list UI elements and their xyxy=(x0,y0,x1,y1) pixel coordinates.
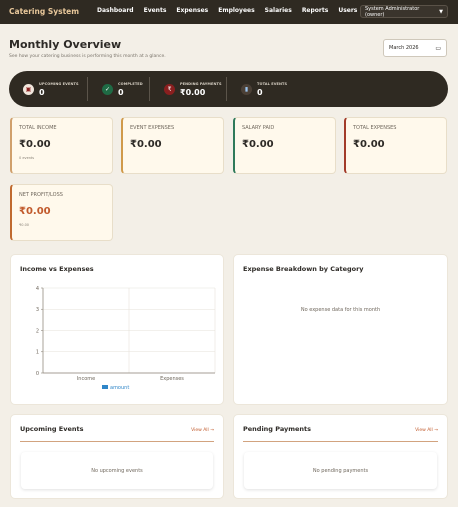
card-note: 0 events xyxy=(19,156,35,160)
card-value: ₹0.00 xyxy=(130,139,162,150)
panel-title: Pending Payments xyxy=(243,425,312,433)
page-subtitle: See how your catering business is perfor… xyxy=(9,54,166,59)
y-tick-label: 4 xyxy=(36,286,39,292)
month-picker[interactable]: March 2026 ▭ xyxy=(383,39,447,57)
top-nav: Catering System Dashboard Events Expense… xyxy=(0,0,458,24)
legend-swatch xyxy=(102,385,108,389)
panel-title: Expense Breakdown by Category xyxy=(243,265,364,273)
stat-label: COMPLETED xyxy=(118,81,143,86)
nav-link-reports[interactable]: Reports xyxy=(302,7,329,14)
stat-upcoming-events: ▣ UPCOMING EVENTS 0 xyxy=(9,77,87,101)
nav-link-employees[interactable]: Employees xyxy=(218,7,254,14)
calendar-icon: ▣ xyxy=(23,83,34,95)
card-label: EVENT EXPENSES xyxy=(130,125,175,131)
card-label: TOTAL EXPENSES xyxy=(353,125,397,131)
check-icon: ✓ xyxy=(102,83,113,95)
card-note: ₹0.00 xyxy=(19,223,30,227)
stat-pending-payments: ₹ PENDING PAYMENTS ₹0.00 xyxy=(149,77,226,101)
nav-link-users[interactable]: Users xyxy=(338,7,357,14)
divider xyxy=(243,441,438,442)
role-select-value: System Administrator (owner) xyxy=(365,5,420,18)
nav-links: Dashboard Events Expenses Employees Sala… xyxy=(97,7,367,14)
card-label: SALARY PAID xyxy=(242,125,275,131)
y-tick-label: 0 xyxy=(36,371,39,377)
card-total-expenses: TOTAL EXPENSES ₹0.00 xyxy=(344,117,447,174)
nav-link-salaries[interactable]: Salaries xyxy=(265,7,292,14)
role-select[interactable]: System Administrator (owner) ▼ xyxy=(360,5,448,18)
brand-name[interactable]: Catering System xyxy=(9,7,79,16)
income-vs-expenses-panel: Income vs Expenses 0 1 2 3 4 Income Expenses am… xyxy=(10,254,224,405)
stat-total-events: ▮ TOTAL EVENTS 0 xyxy=(226,77,291,101)
stat-label: PENDING PAYMENTS xyxy=(180,81,222,86)
nav-link-events[interactable]: Events xyxy=(144,7,167,14)
legend-label: amount xyxy=(110,385,129,391)
nav-link-dashboard[interactable]: Dashboard xyxy=(97,7,134,14)
view-all-events-link[interactable]: View All → xyxy=(191,428,214,433)
stats-bar: ▣ UPCOMING EVENTS 0 ✓ COMPLETED 0 ₹ PEND… xyxy=(9,71,448,107)
stat-completed: ✓ COMPLETED 0 xyxy=(87,77,149,101)
chevron-down-icon: ▼ xyxy=(439,8,443,15)
panel-title: Upcoming Events xyxy=(20,425,84,433)
page-title: Monthly Overview xyxy=(9,38,122,51)
card-event-expenses: EVENT EXPENSES ₹0.00 xyxy=(121,117,224,174)
y-tick-label: 3 xyxy=(36,307,39,313)
card-salary-paid: SALARY PAID ₹0.00 xyxy=(233,117,336,174)
card-total-income: TOTAL INCOME ₹0.00 0 events xyxy=(10,117,113,174)
x-tick-label: Income xyxy=(77,376,95,382)
y-tick-label: 2 xyxy=(36,328,39,334)
y-tick-label: 1 xyxy=(36,350,39,356)
pending-empty-message: No pending payments xyxy=(244,452,437,489)
expense-breakdown-panel: Expense Breakdown by Category No expense… xyxy=(233,254,448,405)
income-vs-expenses-chart: 0 1 2 3 4 Income Expenses amount xyxy=(36,286,216,391)
card-net-profit-loss: NET PROFIT/LOSS ₹0.00 ₹0.00 xyxy=(10,184,113,241)
nav-link-expenses[interactable]: Expenses xyxy=(176,7,208,14)
card-value: ₹0.00 xyxy=(242,139,274,150)
calendar-icon: ▭ xyxy=(435,44,441,52)
card-value: ₹0.00 xyxy=(19,206,51,217)
stat-value: 0 xyxy=(257,87,263,97)
stat-value: 0 xyxy=(118,87,124,97)
stat-label: UPCOMING EVENTS xyxy=(39,81,79,86)
month-picker-value: March 2026 xyxy=(389,45,419,51)
upcoming-empty-message: No upcoming events xyxy=(21,452,213,489)
stat-label: TOTAL EVENTS xyxy=(257,81,288,86)
card-value: ₹0.00 xyxy=(19,139,51,150)
expense-empty-message: No expense data for this month xyxy=(300,307,381,313)
card-label: NET PROFIT/LOSS xyxy=(19,192,63,198)
x-tick-label: Expenses xyxy=(160,376,184,382)
card-value: ₹0.00 xyxy=(353,139,385,150)
rupee-icon: ₹ xyxy=(164,83,175,95)
pending-payments-panel: Pending Payments View All → No pending p… xyxy=(233,414,448,499)
stat-value: ₹0.00 xyxy=(180,87,206,97)
view-all-payments-link[interactable]: View All → xyxy=(415,428,438,433)
stat-value: 0 xyxy=(39,87,45,97)
upcoming-events-panel: Upcoming Events View All → No upcoming e… xyxy=(10,414,224,499)
card-label: TOTAL INCOME xyxy=(19,125,57,131)
bar-chart-icon: ▮ xyxy=(241,83,252,95)
divider xyxy=(20,441,214,442)
